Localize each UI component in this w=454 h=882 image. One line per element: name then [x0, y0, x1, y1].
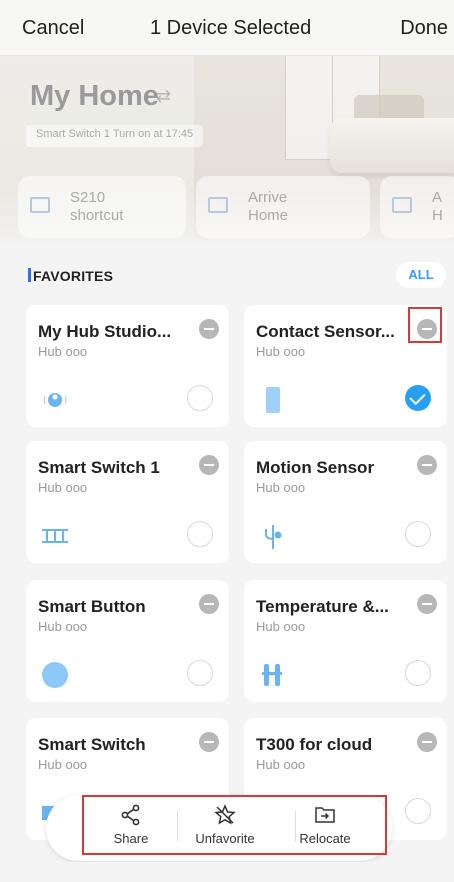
button-icon	[42, 662, 68, 688]
select-radio[interactable]	[187, 521, 213, 547]
remove-favorite-icon[interactable]	[199, 455, 219, 475]
home-name[interactable]: My Home	[30, 80, 159, 113]
highlight-toolbar-box	[82, 795, 387, 855]
shortcut-icon	[30, 197, 50, 213]
shortcut-icon	[208, 197, 228, 213]
select-radio[interactable]	[405, 521, 431, 547]
device-hub: Hub ooo	[38, 619, 88, 634]
shortcut-label: AH	[432, 189, 443, 224]
bottom-safe-area	[0, 862, 454, 882]
remove-favorite-icon[interactable]	[199, 732, 219, 752]
select-radio[interactable]	[187, 660, 213, 686]
page-title: 1 Device Selected	[150, 17, 312, 39]
highlight-remove-box	[408, 307, 442, 343]
switch-icon	[42, 529, 68, 543]
remove-favorite-icon[interactable]	[417, 594, 437, 614]
selection-header: Cancel 1 Device Selected Done	[0, 0, 454, 56]
motion-sensor-icon	[265, 525, 282, 549]
favorites-marker	[28, 268, 31, 282]
device-name: My Hub Studio...	[38, 322, 172, 341]
shortcut-partial[interactable]: AH	[380, 176, 454, 238]
select-radio[interactable]	[187, 385, 213, 411]
device-hub: Hub ooo	[256, 619, 306, 634]
favorites-heading: FAVORITES	[33, 268, 114, 284]
app-screen: Cancel 1 Device Selected Done My Home ⇄ …	[0, 0, 454, 882]
device-card[interactable]: My Hub Studio... Hub ooo	[26, 305, 229, 427]
shortcut-label: S210 shortcut	[70, 189, 124, 224]
device-name: Temperature &...	[256, 597, 389, 616]
all-devices-button[interactable]: ALL	[396, 262, 446, 288]
shortcut-label: Arrive Home	[248, 189, 289, 224]
device-hub: Hub ooo	[38, 480, 88, 495]
contact-sensor-icon	[266, 387, 280, 413]
device-card[interactable]: Smart Button Hub ooo	[26, 580, 229, 702]
device-card[interactable]: Smart Switch 1 Hub ooo	[26, 441, 229, 563]
automation-status[interactable]: Smart Switch 1 Turn on at 17:45	[26, 125, 204, 147]
device-hub: Hub ooo	[38, 757, 88, 772]
temperature-icon	[262, 664, 282, 686]
remove-favorite-icon[interactable]	[199, 594, 219, 614]
cancel-button[interactable]: Cancel	[22, 17, 84, 40]
shortcut-arrive-home[interactable]: Arrive Home	[196, 176, 370, 238]
device-name: Smart Switch 1	[38, 458, 160, 477]
device-name: Contact Sensor...	[256, 322, 395, 341]
device-hub: Hub ooo	[38, 344, 88, 359]
device-name: Smart Switch	[38, 735, 146, 754]
device-hub: Hub ooo	[256, 480, 306, 495]
device-name: Motion Sensor	[256, 458, 375, 477]
remove-favorite-icon[interactable]	[417, 732, 437, 752]
select-radio[interactable]	[405, 660, 431, 686]
device-card[interactable]: Motion Sensor Hub ooo	[244, 441, 447, 563]
device-hub: Hub ooo	[256, 757, 306, 772]
select-radio[interactable]	[405, 798, 431, 824]
device-name: T300 for cloud	[256, 735, 373, 754]
switch-home-icon[interactable]: ⇄	[156, 86, 171, 107]
shortcut-s210[interactable]: S210 shortcut	[18, 176, 186, 238]
device-card[interactable]: Temperature &... Hub ooo	[244, 580, 447, 702]
select-radio-checked[interactable]	[405, 385, 431, 411]
device-hub: Hub ooo	[256, 344, 306, 359]
remove-favorite-icon[interactable]	[199, 319, 219, 339]
device-name: Smart Button	[38, 597, 146, 616]
shortcut-icon	[392, 197, 412, 213]
hub-device-icon	[43, 393, 67, 407]
remove-favorite-icon[interactable]	[417, 455, 437, 475]
done-button[interactable]: Done	[400, 17, 448, 40]
